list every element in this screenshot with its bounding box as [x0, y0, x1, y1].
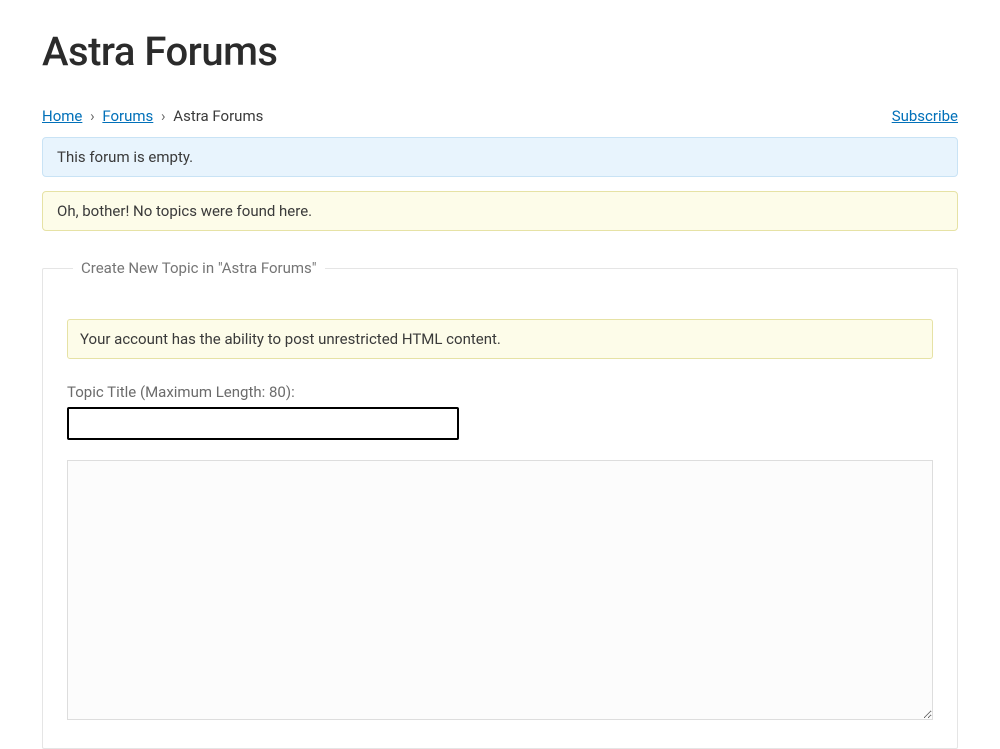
html-permission-notice: Your account has the ability to post unr…	[67, 319, 933, 359]
breadcrumb: Home › Forums › Astra Forums	[42, 107, 263, 125]
breadcrumb-home-link[interactable]: Home	[42, 107, 82, 125]
breadcrumb-sep-1: ›	[90, 107, 95, 125]
topic-title-label: Topic Title (Maximum Length: 80):	[67, 383, 933, 401]
breadcrumb-current: Astra Forums	[173, 107, 263, 125]
no-topics-notice: Oh, bother! No topics were found here.	[42, 191, 958, 231]
forum-empty-notice: This forum is empty.	[42, 137, 958, 177]
breadcrumb-forums-link[interactable]: Forums	[102, 107, 153, 125]
new-topic-fieldset: Create New Topic in "Astra Forums" Your …	[42, 259, 958, 749]
top-row: Home › Forums › Astra Forums Subscribe	[42, 107, 958, 125]
subscribe-link[interactable]: Subscribe	[892, 107, 958, 125]
topic-body-textarea[interactable]	[67, 460, 933, 720]
breadcrumb-sep-2: ›	[161, 107, 166, 125]
page-title: Astra Forums	[42, 28, 958, 75]
new-topic-legend: Create New Topic in "Astra Forums"	[73, 259, 325, 277]
topic-title-input[interactable]	[67, 407, 459, 440]
